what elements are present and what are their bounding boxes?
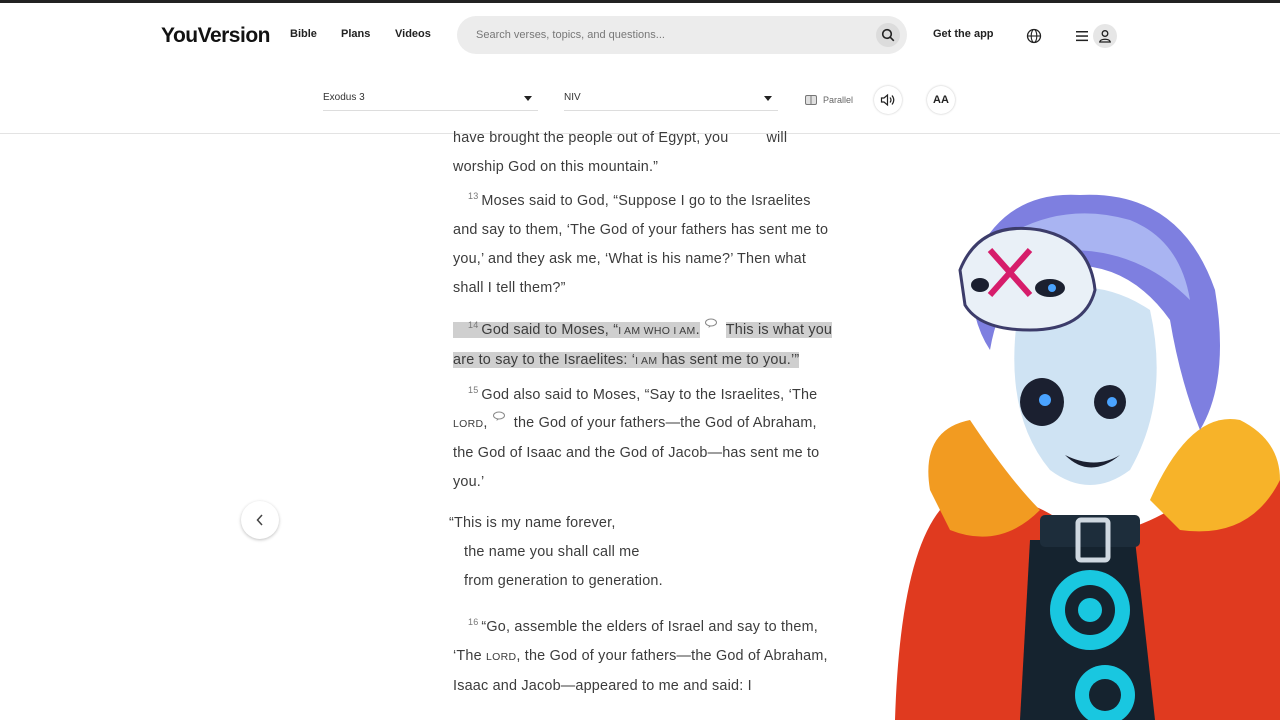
verse-number: 16 (468, 617, 479, 628)
version-value: NIV (564, 92, 581, 103)
parallel-label: Parallel (823, 95, 854, 105)
profile-button[interactable] (1093, 24, 1117, 48)
user-icon (1099, 30, 1111, 43)
chevron-down-icon (764, 96, 772, 101)
verse-15[interactable]: 15 God also said to Moses, “Say to the Is… (453, 376, 838, 498)
verse-12-tail[interactable]: have brought the people out of Egypt, yo… (453, 124, 838, 182)
language-button[interactable] (1025, 27, 1043, 45)
audio-button[interactable] (874, 86, 902, 114)
vtuber-avatar-image (895, 194, 1280, 720)
verse-14[interactable]: 14 God said to Moses, “I am who I am. Thi… (453, 311, 838, 376)
chevron-down-icon (524, 96, 532, 101)
get-the-app-link[interactable]: Get the app (933, 28, 994, 40)
search-button[interactable] (876, 23, 900, 47)
youversion-logo[interactable]: YouVersion (161, 24, 270, 48)
verse-number: 15 (468, 384, 479, 395)
menu-button[interactable] (1073, 27, 1091, 45)
site-header: YouVersion Bible Plans Videos Search ver… (0, 3, 1280, 65)
book-chapter-value: Exodus 3 (323, 92, 365, 103)
nav-bible[interactable]: Bible (290, 28, 317, 40)
footnote-icon[interactable] (704, 318, 718, 328)
poetry-block[interactable]: “This is my name forever, the name you s… (449, 509, 838, 596)
verse-13[interactable]: 13 Moses said to God, “Suppose I go to th… (453, 182, 838, 303)
parallel-toggle[interactable]: Parallel (805, 95, 853, 105)
font-size-label: AA (933, 94, 949, 106)
globe-icon (1026, 28, 1042, 44)
chapter-text: have brought the people out of Egypt, yo… (449, 124, 838, 701)
font-settings-button[interactable]: AA (927, 86, 955, 114)
chevron-left-icon (256, 514, 263, 526)
nav-videos[interactable]: Videos (395, 28, 431, 40)
book-chapter-select[interactable]: Exodus 3 (323, 84, 538, 111)
nav-plans[interactable]: Plans (341, 28, 370, 40)
verse-number: 13 (468, 191, 479, 201)
search-input[interactable]: Search verses, topics, and questions... (457, 16, 907, 54)
verse-16[interactable]: 16 “Go, assemble the elders of Israel and… (453, 608, 838, 701)
previous-chapter-button[interactable] (241, 501, 279, 539)
hamburger-icon (1076, 31, 1088, 42)
search-placeholder: Search verses, topics, and questions... (476, 29, 665, 41)
verse-number: 14 (468, 319, 479, 330)
footnote-icon[interactable] (492, 411, 506, 422)
search-icon (881, 28, 895, 42)
version-select[interactable]: NIV (564, 84, 778, 111)
speaker-icon (880, 93, 895, 107)
parallel-icon (805, 95, 817, 105)
